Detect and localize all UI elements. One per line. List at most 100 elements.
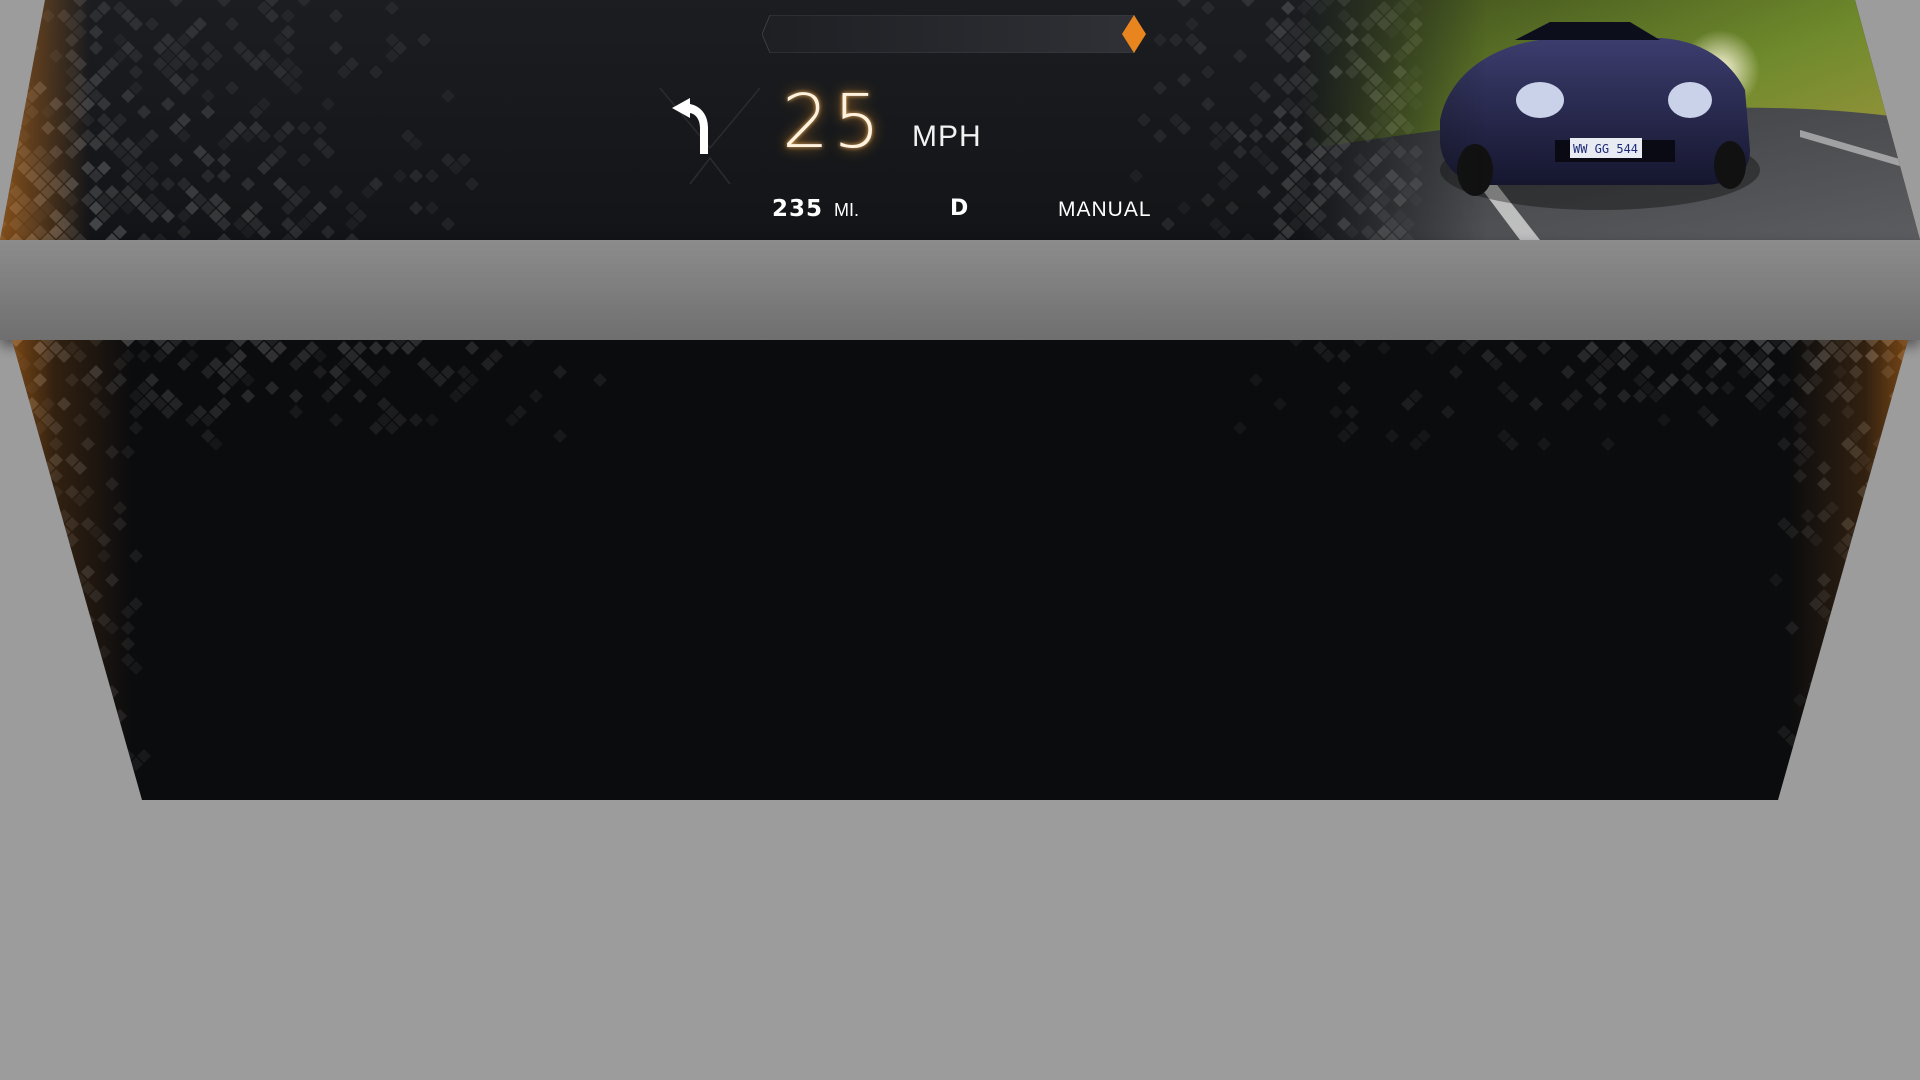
tile-diamond xyxy=(393,169,407,183)
lower-tile-diamond xyxy=(1865,509,1879,523)
lower-tile-diamond xyxy=(1905,437,1908,451)
lower-tile-diamond xyxy=(73,605,87,619)
lower-tile-diamond xyxy=(1913,461,1920,475)
lower-tile-diamond xyxy=(12,725,15,739)
lower-tile-diamond xyxy=(1913,701,1920,715)
instrument-cluster: WW GG 544 25 MPH 235 MI. D MANUAL xyxy=(0,0,1920,240)
lower-tile-diamond xyxy=(0,381,7,395)
lower-tile-diamond xyxy=(1913,493,1920,507)
license-plate-text: WW GG 544 xyxy=(1573,142,1638,156)
tile-diamond xyxy=(1137,113,1151,127)
lower-tile-diamond xyxy=(73,653,87,667)
lower-tile-diamond xyxy=(49,773,63,787)
lower-tile-diamond xyxy=(12,525,23,539)
lower-tile-diamond xyxy=(12,493,23,507)
lower-tile-diamond xyxy=(12,573,23,587)
lower-tile-diamond xyxy=(0,685,7,699)
lower-tile-diamond xyxy=(57,653,71,667)
tile-diamond xyxy=(329,185,343,199)
lower-tile-diamond xyxy=(73,749,87,763)
lower-tile-diamond xyxy=(12,485,15,499)
lower-tile-diamond xyxy=(1897,653,1908,667)
lower-tile-diamond xyxy=(1889,405,1903,419)
lower-tile-diamond xyxy=(1865,541,1879,555)
lower-tile-diamond xyxy=(0,781,7,795)
lower-tile-diamond xyxy=(33,565,47,579)
tile-diamond xyxy=(1249,129,1263,143)
lower-tile-diamond xyxy=(1849,781,1863,795)
lower-tile-diamond xyxy=(1809,725,1823,739)
tile-diamond xyxy=(225,17,239,31)
lower-tile-diamond xyxy=(65,789,79,800)
lower-tile-diamond xyxy=(1881,733,1895,747)
lower-tile-diamond xyxy=(0,493,7,507)
lower-tile-diamond xyxy=(1897,381,1908,395)
lower-tile-diamond xyxy=(81,789,95,800)
lower-tile-diamond xyxy=(25,717,39,731)
lower-tile-diamond xyxy=(1889,741,1903,755)
lower-tile-diamond xyxy=(57,637,71,651)
lower-tile-diamond xyxy=(1889,533,1903,547)
tile-diamond xyxy=(217,233,231,240)
tile-diamond xyxy=(201,89,215,103)
lower-tile-diamond xyxy=(1889,645,1903,659)
lower-tile-diamond xyxy=(25,557,39,571)
lower-tile-diamond xyxy=(1905,517,1908,531)
tile-diamond xyxy=(1185,17,1199,31)
lower-tile-diamond xyxy=(0,365,7,379)
lower-tile-diamond xyxy=(1897,733,1908,747)
lower-tile-diamond xyxy=(1857,645,1871,659)
lower-tile-diamond xyxy=(1617,389,1631,403)
lower-tile-diamond xyxy=(1905,565,1908,579)
tile-diamond xyxy=(9,41,23,55)
lower-tile-diamond xyxy=(57,781,71,795)
car-road-image: WW GG 544 xyxy=(1300,0,1920,240)
tile-diamond xyxy=(1201,65,1215,79)
tile-diamond xyxy=(369,65,383,79)
lower-tile-diamond xyxy=(1897,429,1908,443)
lower-tile-diamond xyxy=(1897,477,1908,491)
tile-diamond xyxy=(281,9,295,23)
lower-tile-diamond xyxy=(1873,677,1887,691)
lower-tile-diamond xyxy=(1825,629,1839,643)
tile-diamond xyxy=(17,33,31,47)
tile-diamond xyxy=(297,121,311,135)
lower-tile-diamond xyxy=(369,341,383,355)
lower-tile-diamond xyxy=(1913,349,1920,363)
lower-tile-diamond xyxy=(1881,557,1895,571)
lower-tile-diamond xyxy=(73,685,87,699)
lower-tile-diamond xyxy=(57,765,71,779)
lower-tile-diamond xyxy=(33,789,47,800)
lower-tile-diamond xyxy=(1881,573,1895,587)
lower-tile-diamond xyxy=(49,741,63,755)
tile-diamond xyxy=(385,1,399,15)
lower-tile-diamond xyxy=(1857,693,1871,707)
tile-diamond xyxy=(425,201,439,215)
tile-diamond xyxy=(425,169,439,183)
lower-tile-diamond xyxy=(25,797,39,800)
lower-tile-diamond xyxy=(1897,525,1908,539)
lower-tile-diamond xyxy=(1905,693,1908,707)
lower-tile-diamond xyxy=(25,669,39,683)
range-unit: MI. xyxy=(834,200,859,220)
lower-tile-diamond xyxy=(1345,405,1359,419)
tile-diamond xyxy=(9,9,23,23)
tile-diamond xyxy=(345,233,359,240)
lower-tile-diamond xyxy=(25,685,39,699)
lower-tile-diamond xyxy=(265,381,279,395)
speed-value: 25 xyxy=(782,79,885,165)
lower-tile-diamond xyxy=(289,389,303,403)
lower-tile-diamond xyxy=(1873,661,1887,675)
lower-tile-diamond xyxy=(529,389,543,403)
lower-tile-diamond xyxy=(17,645,31,659)
lower-tile-diamond xyxy=(1233,421,1247,435)
tile-diamond xyxy=(1129,169,1143,183)
tile-diamond xyxy=(161,177,175,191)
lower-tile-diamond xyxy=(25,765,39,779)
lower-tile-diamond xyxy=(41,749,55,763)
lower-tile-diamond xyxy=(33,501,47,515)
lower-tile-diamond xyxy=(0,621,7,635)
lower-tile-diamond xyxy=(1913,573,1920,587)
lower-tile-diamond xyxy=(57,573,71,587)
lower-tile-diamond xyxy=(425,413,439,427)
